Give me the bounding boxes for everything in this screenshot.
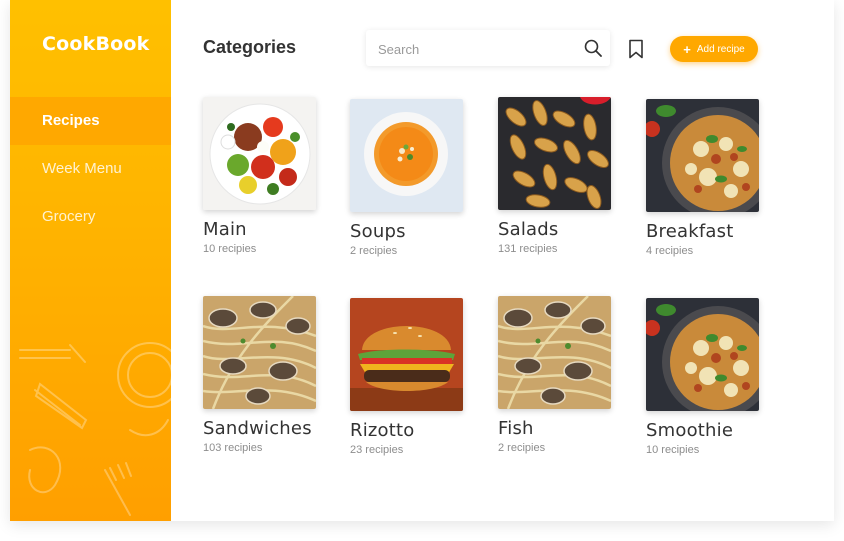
- app-window: CookBook Recipes Week Menu Grocery Categ…: [10, 0, 834, 521]
- category-title: Soups: [350, 221, 406, 242]
- add-recipe-button[interactable]: + Add recipe: [670, 36, 758, 62]
- category-count: 2 recipies: [498, 442, 546, 454]
- category-card-soups[interactable]: Soups 2 recipies: [350, 99, 464, 257]
- category-title: Sandwiches: [203, 418, 312, 439]
- category-count: 10 recipies: [646, 444, 700, 456]
- category-card-fish[interactable]: Fish 2 recipies: [498, 296, 612, 454]
- category-card-rizotto[interactable]: Rizotto 23 recipies: [350, 298, 464, 456]
- category-count: 4 recipies: [646, 245, 694, 257]
- category-count: 2 recipies: [350, 245, 398, 257]
- category-card-salads[interactable]: Salads 131 recipies: [498, 97, 612, 255]
- category-card-smoothie[interactable]: Smoothie 10 recipies: [646, 298, 760, 456]
- category-title: Breakfast: [646, 221, 734, 242]
- sidebar-item-week-menu[interactable]: Week Menu: [10, 145, 171, 193]
- category-image-rizotto: [350, 298, 463, 411]
- brand-logo[interactable]: CookBook: [42, 33, 150, 55]
- category-image-sandwiches: [203, 296, 316, 409]
- category-image-salads: [498, 97, 611, 210]
- search-icon[interactable]: [584, 39, 602, 57]
- page-title: Categories: [203, 37, 297, 57]
- category-image-main: [203, 97, 316, 210]
- search-box: [366, 30, 610, 68]
- category-title: Smoothie: [646, 420, 734, 441]
- category-image-fish: [498, 296, 611, 409]
- category-title: Salads: [498, 219, 559, 240]
- bookmark-icon[interactable]: [628, 39, 644, 59]
- sidebar: CookBook Recipes Week Menu Grocery: [10, 0, 171, 521]
- category-card-breakfast[interactable]: Breakfast 4 recipies: [646, 99, 760, 257]
- sidebar-nav: Recipes Week Menu Grocery: [10, 97, 171, 241]
- sidebar-item-grocery[interactable]: Grocery: [10, 193, 171, 241]
- category-title: Fish: [498, 418, 534, 439]
- category-count: 103 recipies: [203, 442, 263, 454]
- sidebar-item-recipes[interactable]: Recipes: [10, 97, 171, 145]
- add-recipe-label: Add recipe: [696, 43, 745, 55]
- category-card-sandwiches[interactable]: Sandwiches 103 recipies: [203, 296, 317, 454]
- category-image-smoothie: [646, 298, 759, 411]
- category-title: Main: [203, 219, 247, 240]
- category-count: 131 recipies: [498, 243, 558, 255]
- category-image-soups: [350, 99, 463, 212]
- search-input[interactable]: [376, 30, 580, 68]
- category-title: Rizotto: [350, 420, 415, 441]
- category-image-breakfast: [646, 99, 759, 212]
- plus-icon: +: [683, 41, 691, 57]
- category-count: 10 recipies: [203, 243, 257, 255]
- kitchen-doodles-decoration: [19, 342, 171, 516]
- category-count: 23 recipies: [350, 444, 404, 456]
- category-card-main[interactable]: Main 10 recipies: [203, 97, 317, 255]
